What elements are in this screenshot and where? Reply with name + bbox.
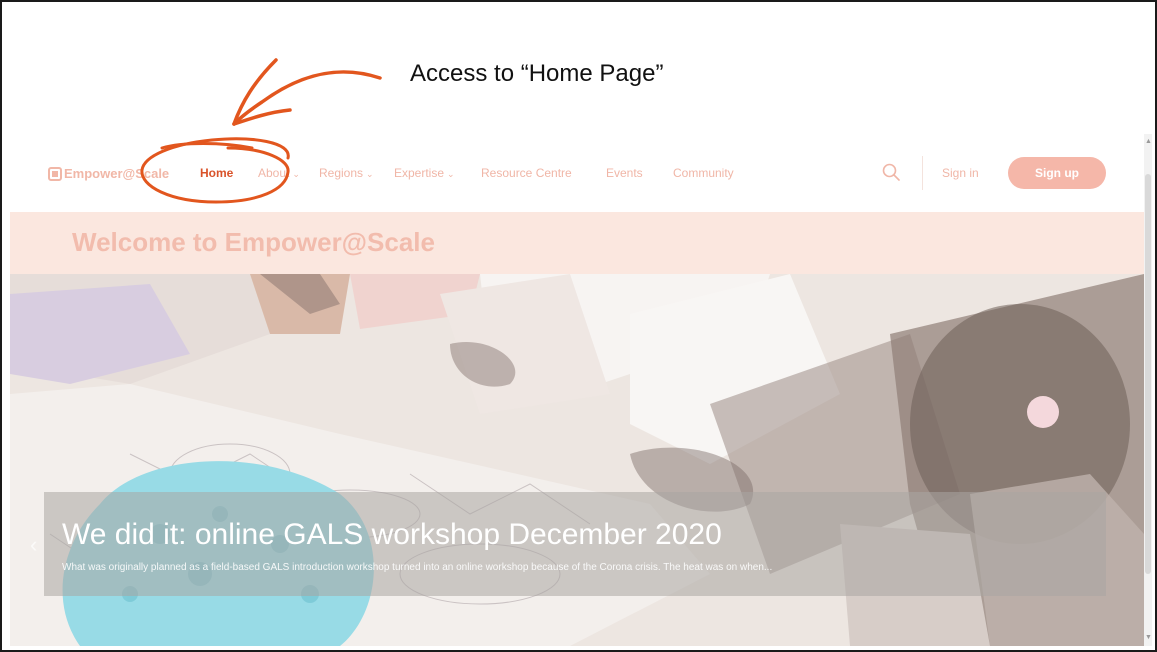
annotation-callout: Access to “Home Page” xyxy=(410,60,664,87)
scroll-thumb[interactable] xyxy=(1145,174,1151,574)
nav-resource-centre[interactable]: Resource Centre xyxy=(481,166,572,180)
nav-community[interactable]: Community xyxy=(673,166,734,180)
search-icon[interactable] xyxy=(882,163,900,181)
nav-regions[interactable]: Regions ⌄ xyxy=(319,166,374,180)
chevron-down-icon: ⌄ xyxy=(366,169,374,179)
nav-regions-label: Regions xyxy=(319,166,364,180)
sign-up-button[interactable]: Sign up xyxy=(1008,157,1106,189)
nav-home[interactable]: Home xyxy=(200,166,233,180)
scroll-down-icon[interactable]: ▼ xyxy=(1145,634,1152,641)
sign-in-link[interactable]: Sign in xyxy=(942,166,979,180)
nav-expertise-label: Expertise xyxy=(394,166,445,180)
slide-frame: Access to “Home Page” Empower@Scale Home… xyxy=(0,0,1157,652)
scroll-up-icon[interactable]: ▲ xyxy=(1145,138,1152,145)
logo-text: Empower@Scale xyxy=(64,166,170,181)
nav-about-label: About xyxy=(258,166,290,180)
slide-title[interactable]: We did it: online GALS workshop December… xyxy=(62,518,722,552)
nav-events[interactable]: Events xyxy=(606,166,643,180)
slide-caption[interactable]: We did it: online GALS workshop December… xyxy=(44,492,1106,596)
site-logo[interactable]: Empower@Scale xyxy=(48,166,169,181)
logo-icon xyxy=(48,166,62,181)
chevron-down-icon: ⌄ xyxy=(447,169,455,179)
page-title: Welcome to Empower@Scale xyxy=(72,227,435,257)
nav-about[interactable]: About ⌄ xyxy=(258,166,300,180)
website-screenshot: Empower@Scale Home About ⌄ Regions ⌄ Exper… xyxy=(10,134,1152,646)
nav-expertise[interactable]: Expertise ⌄ xyxy=(394,166,455,180)
site-navbar: Empower@Scale Home About ⌄ Regions ⌄ Exper… xyxy=(10,134,1144,212)
scrollbar[interactable]: ▲ ▼ xyxy=(1144,134,1152,646)
nav-divider xyxy=(922,156,923,190)
chevron-down-icon: ⌄ xyxy=(292,169,300,179)
annotation-arrow xyxy=(232,58,382,126)
slide-excerpt: What was originally planned as a field-b… xyxy=(62,562,773,573)
chevron-left-icon[interactable]: ‹ xyxy=(30,532,37,558)
